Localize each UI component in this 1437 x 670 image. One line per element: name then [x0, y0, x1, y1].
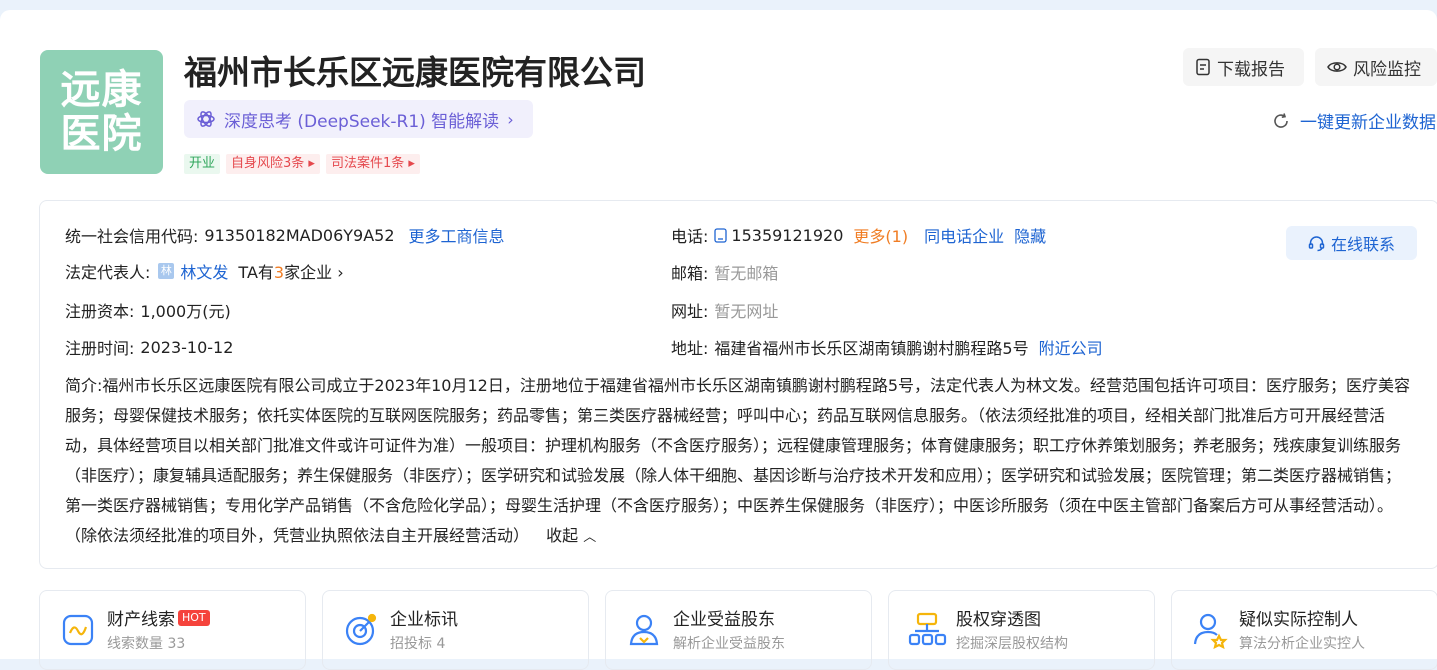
lawsuit-badge[interactable]: 司法案件1条 ▸: [325, 154, 420, 174]
download-report-button[interactable]: 下载报告: [1183, 48, 1304, 86]
capital-value: 1,000万(元): [140, 302, 231, 321]
company-name: 福州市长乐区远康医院有限公司: [184, 53, 646, 92]
phone-label: 电话:: [671, 227, 709, 246]
collapse-button[interactable]: 收起 ︿: [546, 526, 596, 545]
feature-title: 疑似实际控制人: [1239, 610, 1358, 630]
chevron-right-icon: ›: [507, 109, 514, 129]
legal-rep-row: 法定代表人: 林 林文发 TA有3家企业 ›: [65, 259, 344, 283]
risk-badge-label: 自身风险3条: [231, 156, 305, 171]
eye-icon: [1327, 60, 1347, 74]
credit-code-label: 统一社会信用代码:: [65, 227, 199, 246]
legal-rep-name-link[interactable]: 林文发: [180, 259, 228, 283]
hot-badge: HOT: [178, 609, 210, 626]
download-report-label: 下载报告: [1217, 59, 1285, 80]
hide-phone-link[interactable]: 隐藏: [1014, 223, 1046, 247]
equity-chart-icon: [907, 609, 947, 649]
ta-suffix: 家企业: [284, 263, 333, 282]
feature-subtitle: 算法分析企业实控人: [1239, 636, 1365, 652]
legal-rep-label: 法定代表人:: [65, 263, 151, 282]
website-value: 暂无网址: [714, 302, 779, 321]
reg-date-row: 注册时间: 2023-10-12: [65, 335, 233, 359]
logo-line2: 医院: [60, 111, 143, 157]
logo-line1: 远康: [60, 67, 143, 113]
address-value: 福建省福州市长乐区湖南镇鹏谢村鹏程路5号: [714, 339, 1029, 358]
address-row: 地址: 福建省福州市长乐区湖南镇鹏谢村鹏程路5号 附近公司: [671, 335, 1103, 359]
atom-icon: [196, 109, 216, 129]
refresh-data-button[interactable]: 一键更新企业数据: [1272, 108, 1436, 133]
email-label: 邮箱:: [671, 264, 709, 283]
related-companies-link[interactable]: TA有3家企业 ›: [238, 259, 343, 283]
beneficiary-icon: [624, 609, 664, 649]
phone-icon: [714, 227, 728, 243]
credit-code-value: 91350182MAD06Y9A52: [204, 225, 395, 245]
same-phone-companies-link[interactable]: 同电话企业: [924, 223, 1004, 247]
nearby-companies-link[interactable]: 附近公司: [1039, 335, 1103, 359]
feature-card-beneficiary[interactable]: 企业受益股东 解析企业受益股东: [605, 590, 872, 670]
collapse-label: 收起: [546, 526, 579, 545]
document-icon: [1195, 58, 1211, 76]
controller-icon: [1190, 609, 1230, 650]
description-label: 简介:: [65, 376, 103, 395]
website-label: 网址:: [671, 302, 709, 321]
status-tags: 开业 自身风险3条 ▸ 司法案件1条 ▸: [184, 154, 420, 174]
feature-card-controller[interactable]: 疑似实际控制人 算法分析企业实控人: [1171, 590, 1437, 670]
capital-row: 注册资本: 1,000万(元): [65, 298, 231, 322]
refresh-icon: [1272, 112, 1290, 130]
feature-subtitle: 挖掘深层股权结构: [956, 636, 1068, 652]
chevron-up-icon: ︿: [583, 530, 597, 545]
phone-value: 15359121920: [731, 225, 844, 245]
more-phones-link[interactable]: 更多(1): [853, 223, 908, 247]
more-business-info-link[interactable]: 更多工商信息: [409, 223, 505, 247]
ai-analysis-button[interactable]: 深度思考 (DeepSeek-R1) 智能解读 ›: [184, 100, 533, 138]
ta-prefix: TA有: [238, 263, 274, 282]
feature-cards: 财产线索 HOT 线索数量 33 企业标讯 招投标 4 企业受益股东 解析企业受益…: [39, 590, 1437, 670]
feature-subtitle: 解析企业受益股东: [673, 636, 785, 652]
feature-card-property-clue[interactable]: 财产线索 HOT 线索数量 33: [39, 590, 306, 670]
lawsuit-badge-label: 司法案件1条: [330, 156, 405, 171]
feature-title: 股权穿透图: [956, 610, 1041, 630]
ai-analysis-label: 深度思考 (DeepSeek-R1) 智能解读: [224, 111, 500, 132]
avatar: 林: [158, 263, 175, 279]
feature-card-bidding[interactable]: 企业标讯 招投标 4: [322, 590, 589, 670]
feature-subtitle: 线索数量 33: [107, 636, 186, 652]
risk-monitor-button[interactable]: 风险监控: [1315, 48, 1437, 86]
refresh-data-label: 一键更新企业数据: [1300, 113, 1436, 133]
feature-title: 企业标讯: [390, 610, 458, 630]
property-clue-icon: [58, 609, 98, 649]
bidding-icon: [341, 609, 381, 649]
online-contact-label: 在线联系: [1330, 235, 1395, 254]
risk-badge[interactable]: 自身风险3条 ▸: [226, 154, 320, 174]
email-row: 邮箱: 暂无邮箱: [671, 260, 778, 284]
feature-subtitle: 招投标 4: [390, 636, 446, 652]
description-text: 福州市长乐区远康医院有限公司成立于2023年10月12日，注册地位于福建省福州市…: [65, 376, 1411, 545]
reg-date-label: 注册时间:: [65, 339, 135, 358]
feature-card-equity-chart[interactable]: 股权穿透图 挖掘深层股权结构: [888, 590, 1155, 670]
reg-date-value: 2023-10-12: [140, 337, 234, 357]
company-description: 简介:福州市长乐区远康医院有限公司成立于2023年10月12日，注册地位于福建省…: [65, 371, 1415, 553]
address-label: 地址:: [671, 339, 709, 358]
feature-title: 财产线索: [107, 610, 175, 630]
credit-code-row: 统一社会信用代码: 91350182MAD06Y9A52 更多工商信息: [65, 223, 505, 247]
company-logo: 远康 医院: [40, 50, 163, 174]
status-badge: 开业: [184, 154, 221, 174]
capital-label: 注册资本:: [65, 302, 135, 321]
ta-count: 3: [273, 263, 285, 282]
website-row: 网址: 暂无网址: [671, 298, 778, 322]
phone-row: 电话: 15359121920 更多(1) 同电话企业 隐藏: [671, 223, 1046, 247]
feature-title: 企业受益股东: [673, 610, 775, 630]
risk-monitor-label: 风险监控: [1353, 59, 1421, 80]
headset-icon: [1308, 235, 1325, 252]
online-contact-button[interactable]: 在线联系: [1286, 226, 1417, 260]
email-value: 暂无邮箱: [714, 264, 779, 283]
